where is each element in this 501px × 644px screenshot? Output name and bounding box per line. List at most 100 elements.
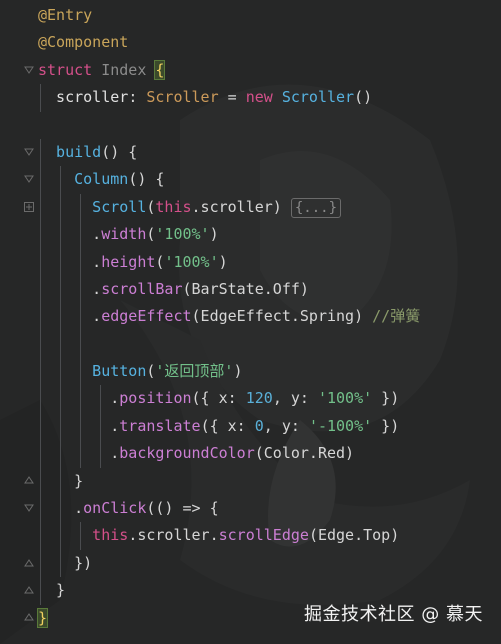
code-token: }) [372, 389, 400, 408]
code-token: //弹簧 [372, 307, 421, 326]
code-token: '100%' [317, 389, 373, 408]
fold-open-icon[interactable] [24, 65, 34, 75]
indent-guide [80, 248, 81, 276]
indent-guide [40, 522, 41, 550]
fold-collapsed-icon[interactable] [24, 202, 34, 212]
code-token: . [38, 307, 102, 326]
code-token: this [155, 197, 192, 216]
indent-guide [100, 412, 101, 441]
code-token: . [38, 389, 120, 408]
indent-guide [40, 275, 41, 304]
code-token: scrollEdge [218, 526, 309, 545]
code-line[interactable]: .scrollBar(BarState.Off) [38, 275, 501, 304]
code-token: . [38, 252, 102, 271]
code-token: }) [38, 553, 93, 572]
code-token: : [128, 88, 147, 107]
indent-guide [80, 330, 81, 359]
indent-guide [40, 221, 41, 249]
fold-open-icon[interactable] [24, 503, 34, 513]
code-token: (EdgeEffect.Spring) [191, 307, 373, 326]
code-line[interactable]: .backgroundColor(Color.Red) [38, 440, 501, 468]
indent-guide [40, 412, 41, 441]
fold-close-icon[interactable] [24, 558, 34, 568]
fold-close-icon[interactable] [24, 585, 34, 595]
code-line[interactable]: scroller: Scroller = new Scroller() [38, 84, 501, 112]
code-token: (BarState.Off) [182, 279, 309, 298]
code-line[interactable]: Scroll(this.scroller) {...} [38, 193, 501, 222]
code-token: { [154, 59, 166, 80]
indent-guide [80, 193, 81, 222]
code-token: '100%' [164, 252, 219, 271]
code-line[interactable]: .position({ x: 120, y: '100%' }) [38, 385, 501, 413]
code-line[interactable]: struct Index { [38, 57, 501, 84]
folded-region[interactable]: {...} [290, 197, 342, 218]
indent-guide [60, 303, 61, 331]
code-token: Scroll [38, 197, 147, 216]
code-token: ) [209, 225, 219, 244]
code-line[interactable]: .edgeEffect(EdgeEffect.Spring) //弹簧 [38, 303, 501, 331]
indent-guide [60, 221, 61, 249]
code-line[interactable]: }) [38, 549, 501, 578]
fold-open-icon[interactable] [24, 147, 34, 157]
indent-guide [80, 385, 81, 413]
code-line[interactable]: .translate({ x: 0, y: '-100%' }) [38, 412, 501, 441]
indent-guide [80, 440, 81, 468]
indent-guide [60, 522, 61, 550]
indent-guide [60, 193, 61, 222]
indent-guide [100, 440, 101, 468]
code-editor[interactable]: @Entry @Component struct Index { scroller:… [0, 0, 501, 644]
code-token: this [38, 526, 129, 545]
indent-guide [60, 549, 61, 578]
code-token: build [38, 142, 102, 161]
indent-guide [40, 467, 41, 496]
code-token: () { [128, 170, 165, 189]
fold-close-icon[interactable] [24, 475, 34, 485]
code-line[interactable]: @Entry [38, 2, 501, 29]
indent-guide [40, 193, 41, 222]
code-token: . [38, 225, 102, 244]
code-line[interactable]: @Component [38, 29, 501, 56]
code-token: . [38, 444, 120, 463]
code-token: '返回顶部' [155, 362, 234, 381]
code-line[interactable] [38, 112, 501, 139]
indent-guide [40, 385, 41, 413]
code-token: scroller [38, 88, 129, 107]
code-line[interactable]: .width('100%') [38, 221, 501, 249]
code-area[interactable]: @Entry @Component struct Index { scroller:… [36, 2, 501, 632]
code-line[interactable]: .height('100%') [38, 248, 501, 276]
code-line[interactable] [38, 330, 501, 359]
fold-close-icon[interactable] [24, 612, 34, 622]
indent-guide [40, 577, 41, 605]
code-token: . [38, 279, 102, 298]
fold-open-icon[interactable] [24, 174, 34, 184]
code-token: scrollBar [101, 279, 183, 298]
code-token: edgeEffect [101, 307, 192, 326]
code-token: Column [38, 170, 129, 189]
code-line[interactable]: } [38, 467, 501, 496]
watermark-text: 掘金技术社区 @ 慕天 [304, 604, 483, 625]
code-token: new [245, 88, 282, 107]
code-token: height [101, 252, 156, 271]
code-token: } [38, 581, 66, 600]
code-token: Button [38, 362, 147, 381]
indent-guide [60, 166, 61, 194]
code-token: (() => { [146, 499, 219, 518]
code-token: () [354, 88, 373, 107]
indent-guide [60, 412, 61, 441]
indent-guide [100, 385, 101, 413]
editor-gutter [0, 0, 36, 644]
code-line[interactable]: this.scroller.scrollEdge(Edge.Top) [38, 522, 501, 550]
code-token: ({ x: [200, 416, 255, 435]
code-token: 120 [245, 389, 273, 408]
code-line[interactable]: .onClick(() => { [38, 495, 501, 523]
code-line[interactable]: Column() { [38, 166, 501, 194]
indent-guide [40, 84, 41, 112]
code-line[interactable]: build() { [38, 138, 501, 167]
code-token: Scroller [146, 88, 219, 107]
code-line[interactable]: Button('返回顶部') [38, 358, 501, 386]
code-token: 0 [254, 416, 264, 435]
code-token: Scroller [281, 88, 355, 107]
indent-guide [60, 330, 61, 359]
indent-guide [80, 221, 81, 249]
indent-guide [60, 385, 61, 413]
